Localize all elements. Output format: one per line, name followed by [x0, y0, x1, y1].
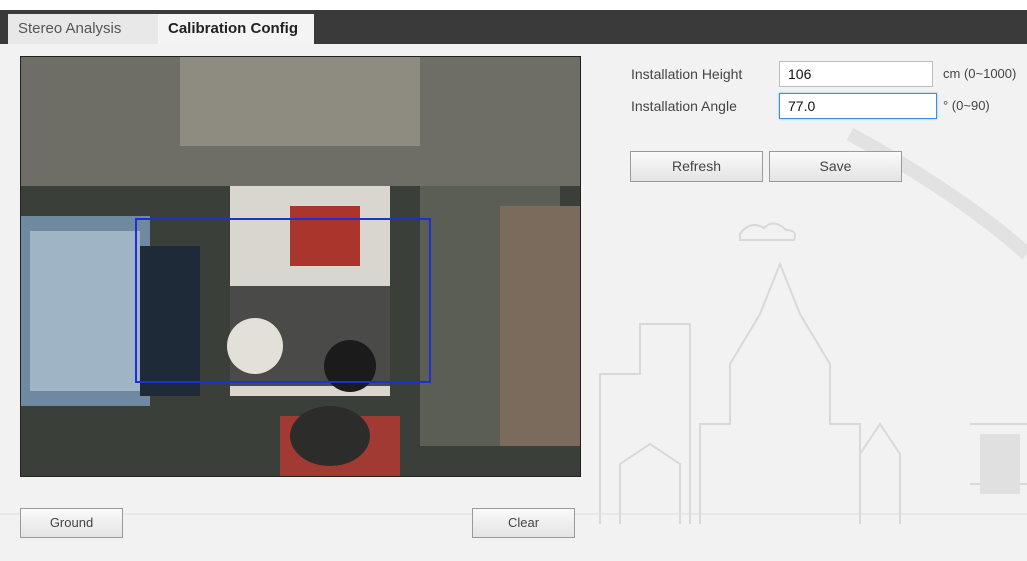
- installation-height-input[interactable]: [779, 61, 933, 87]
- tab-calibration-config[interactable]: Calibration Config: [158, 14, 314, 44]
- camera-video-feed[interactable]: [20, 56, 581, 477]
- installation-angle-label: Installation Angle: [631, 98, 737, 114]
- calibration-box[interactable]: [20, 56, 581, 477]
- refresh-button[interactable]: Refresh: [630, 151, 763, 182]
- save-button[interactable]: Save: [769, 151, 902, 182]
- window-top-strip: [0, 0, 1027, 10]
- ground-button[interactable]: Ground: [20, 508, 123, 538]
- installation-angle-input[interactable]: [779, 93, 937, 119]
- tab-stereo-analysis[interactable]: Stereo Analysis: [8, 14, 158, 44]
- installation-height-unit: cm (0~1000): [943, 66, 1017, 81]
- clear-button[interactable]: Clear: [472, 508, 575, 538]
- installation-angle-unit: ° (0~90): [943, 98, 990, 113]
- installation-height-label: Installation Height: [631, 66, 743, 82]
